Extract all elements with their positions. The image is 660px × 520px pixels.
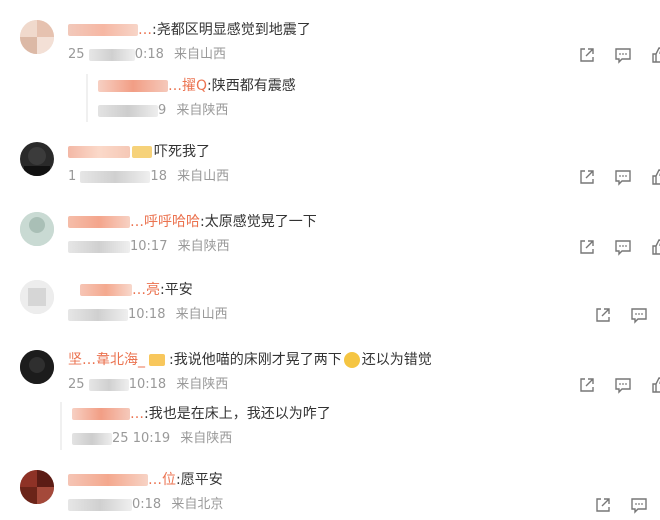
comment-text: :太原感觉晃了一下 xyxy=(200,214,317,230)
comment-icon[interactable] xyxy=(614,46,632,64)
avatar[interactable] xyxy=(20,280,54,314)
reply-username[interactable]: …擢Q xyxy=(168,78,207,94)
comment-source: 来自山西 xyxy=(177,169,230,184)
avatar[interactable] xyxy=(20,470,54,504)
comment-actions xyxy=(578,46,660,64)
comment-text-line: …呼呼哈哈:太原感觉晃了一下 xyxy=(68,212,317,232)
username-blurred[interactable] xyxy=(80,284,132,296)
comment-source: 来自陕西 xyxy=(177,239,230,254)
comment-time: 0:18 xyxy=(132,497,162,512)
like-icon[interactable] xyxy=(650,168,660,186)
reply-meta: 9 来自陕西 xyxy=(98,102,228,120)
reply-time: 9 xyxy=(158,103,167,118)
reply-source: 来自陕西 xyxy=(180,431,233,446)
comment-date: 25 xyxy=(68,47,85,62)
comment-icon[interactable] xyxy=(630,306,648,324)
comment-text-line: …位:愿平安 xyxy=(68,470,223,490)
reply-text: :我也是在床上，我还以为咋了 xyxy=(144,406,331,422)
comment-meta: 10:17 来自陕西 xyxy=(68,238,230,256)
username-blurred[interactable] xyxy=(68,24,138,36)
reply-username[interactable]: … xyxy=(130,406,144,422)
comment-list: …:尧都区明显感觉到地震了 25 0:18 来自山西 …擢Q:陕西都有震感 9 … xyxy=(0,0,660,520)
comment-actions xyxy=(578,376,660,394)
comment-text-line: 坚…韋北海_ :我说他喵的床刚才晃了两下 还以为错觉 xyxy=(68,350,432,370)
avatar[interactable] xyxy=(20,350,54,384)
reply-text: :陕西都有震感 xyxy=(207,78,296,94)
comment-time: 0:18 xyxy=(134,47,164,62)
username-blurred[interactable] xyxy=(68,216,130,228)
like-icon[interactable] xyxy=(650,238,660,256)
comment-meta: 0:18 来自北京 xyxy=(68,496,223,514)
comment-icon[interactable] xyxy=(614,238,632,256)
reply-date: 25 xyxy=(112,431,129,446)
comment-text-2: 还以为错觉 xyxy=(361,352,432,368)
reply-block: …擢Q:陕西都有震感 9 来自陕西 xyxy=(86,74,516,122)
username[interactable]: 坚…韋北海_ xyxy=(68,352,145,368)
comment-actions xyxy=(578,168,660,186)
comment-meta: 25 10:18 来自陕西 xyxy=(68,376,228,394)
comment-icon[interactable] xyxy=(614,168,632,186)
comment-actions xyxy=(578,238,660,256)
comment-date: 1 xyxy=(68,169,77,184)
reply-text-line: …擢Q:陕西都有震感 xyxy=(98,76,296,96)
reply-text-line: …:我也是在床上，我还以为咋了 xyxy=(72,404,331,424)
comment-meta: 10:18 来自山西 xyxy=(68,306,228,324)
comment-text-line: …:尧都区明显感觉到地震了 xyxy=(68,20,311,40)
comment-text: :平安 xyxy=(160,282,193,298)
comment-text: :我说他喵的床刚才晃了两下 xyxy=(169,352,342,368)
reply-source: 来自陕西 xyxy=(176,103,229,118)
comment-time: 10:17 xyxy=(130,239,168,254)
comment-meta: 25 0:18 来自山西 xyxy=(68,46,226,64)
comment-meta: 1 18 来自山西 xyxy=(68,168,229,186)
username[interactable]: …亮 xyxy=(132,282,160,298)
reply-time: 10:19 xyxy=(132,431,171,446)
comment-text: :尧都区明显感觉到地震了 xyxy=(152,22,311,38)
avatar[interactable] xyxy=(20,20,54,54)
share-icon[interactable] xyxy=(578,238,596,256)
laugh-cry-emoji-icon xyxy=(343,352,360,368)
reply-block: …:我也是在床上，我还以为咋了 25 10:19 来自陕西 xyxy=(60,402,490,450)
comment-source: 来自山西 xyxy=(175,307,228,322)
like-icon[interactable] xyxy=(650,376,660,394)
username-blurred[interactable] xyxy=(68,474,148,486)
username[interactable]: …呼呼哈哈 xyxy=(130,214,200,230)
emoji-icon xyxy=(149,354,165,366)
share-icon[interactable] xyxy=(594,496,612,514)
avatar[interactable] xyxy=(20,212,54,246)
username[interactable]: …位 xyxy=(148,472,176,488)
comment-text-line: …亮:平安 xyxy=(80,280,193,300)
comment-actions xyxy=(594,306,648,324)
share-icon[interactable] xyxy=(578,168,596,186)
comment-source: 来自北京 xyxy=(171,497,224,512)
comment-source: 来自山西 xyxy=(174,47,227,62)
share-icon[interactable] xyxy=(594,306,612,324)
like-icon[interactable] xyxy=(650,46,660,64)
comment-text: 吓死我了 xyxy=(154,144,210,160)
comment-date: 25 xyxy=(68,377,85,392)
reply-username-blurred[interactable] xyxy=(72,408,130,420)
comment-text: :愿平安 xyxy=(176,472,223,488)
share-icon[interactable] xyxy=(578,376,596,394)
comment-icon[interactable] xyxy=(614,376,632,394)
comment-source: 来自陕西 xyxy=(176,377,229,392)
share-icon[interactable] xyxy=(578,46,596,64)
username[interactable]: … xyxy=(138,22,152,38)
reply-meta: 25 10:19 来自陕西 xyxy=(72,430,232,448)
username-blurred[interactable] xyxy=(68,146,130,158)
comment-actions xyxy=(594,496,648,514)
comment-time: 18 xyxy=(150,169,167,184)
comment-text-line: 吓死我了 xyxy=(68,142,210,162)
comment-icon[interactable] xyxy=(630,496,648,514)
comment-time: 10:18 xyxy=(128,377,167,392)
avatar[interactable] xyxy=(20,142,54,176)
comment-time: 10:18 xyxy=(128,307,166,322)
